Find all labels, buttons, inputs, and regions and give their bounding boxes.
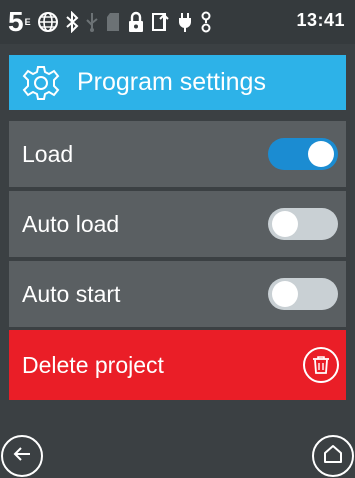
status-bar: 5E 13:41 <box>0 0 355 44</box>
status-icons: 5E <box>8 6 219 37</box>
gear-icon <box>21 63 61 103</box>
toggle-knob <box>308 141 334 167</box>
globe-icon <box>37 9 59 35</box>
setting-label: Auto start <box>22 280 121 307</box>
page-title: Program settings <box>77 68 266 96</box>
battery-icon <box>199 9 213 35</box>
auto-load-toggle[interactable] <box>268 208 338 240</box>
bluetooth-icon <box>65 9 79 35</box>
page-header: Program settings <box>9 55 346 110</box>
trash-icon[interactable] <box>303 347 339 383</box>
home-button[interactable] <box>312 435 354 477</box>
five-icon: 5E <box>8 6 31 37</box>
setting-label: Load <box>22 140 74 167</box>
toggle-knob <box>272 211 298 237</box>
back-arrow-icon <box>11 443 33 470</box>
setting-label: Auto load <box>22 210 120 237</box>
back-button[interactable] <box>1 435 43 477</box>
sd-card-icon <box>105 9 121 35</box>
plug-icon <box>177 9 193 35</box>
status-time: 13:41 <box>296 10 345 30</box>
setting-row-load: Load <box>9 121 346 187</box>
lock-icon <box>127 9 145 35</box>
home-icon <box>322 443 344 470</box>
delete-project-row[interactable]: Delete project <box>9 330 346 400</box>
toggle-knob <box>272 281 298 307</box>
sync-icon <box>151 9 171 35</box>
auto-start-toggle[interactable] <box>268 278 338 310</box>
setting-row-auto-start: Auto start <box>9 261 346 327</box>
load-toggle[interactable] <box>268 138 338 170</box>
usb-icon <box>85 9 99 35</box>
delete-project-label: Delete project <box>22 351 164 378</box>
setting-row-auto-load: Auto load <box>9 191 346 257</box>
